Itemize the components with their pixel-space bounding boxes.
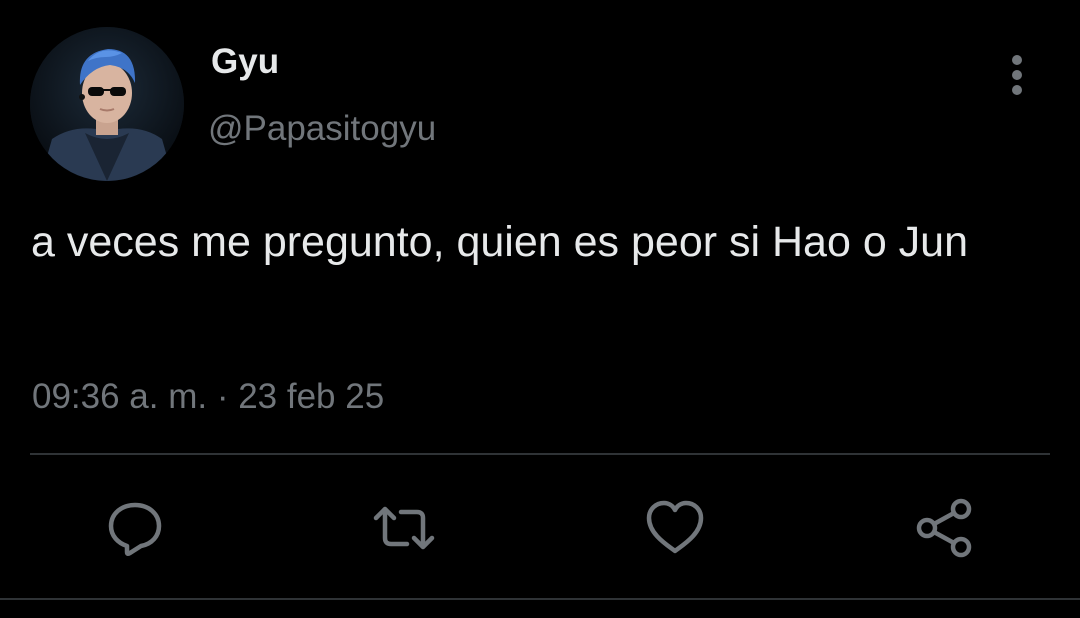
heart-icon — [646, 500, 704, 554]
more-options-button[interactable] — [996, 52, 1038, 98]
retweet-button[interactable] — [372, 496, 436, 560]
share-icon — [916, 498, 972, 558]
user-handle[interactable]: @Papasitogyu — [208, 109, 436, 149]
share-button[interactable] — [913, 496, 977, 560]
tweet-timestamp[interactable]: 09:36 a. m. · 23 feb 25 — [32, 377, 384, 417]
avatar-image — [30, 27, 184, 181]
display-name[interactable]: Gyu — [211, 42, 279, 82]
retweet-icon — [373, 506, 435, 550]
avatar[interactable] — [30, 27, 184, 181]
reply-button[interactable] — [103, 496, 167, 560]
divider — [30, 453, 1050, 455]
like-button[interactable] — [643, 496, 707, 560]
tweet-text: a veces me pregunto, quien es peor si Ha… — [31, 218, 969, 266]
vertical-ellipsis-icon — [1012, 55, 1022, 95]
reply-icon — [108, 502, 162, 557]
bottom-divider — [0, 598, 1080, 600]
